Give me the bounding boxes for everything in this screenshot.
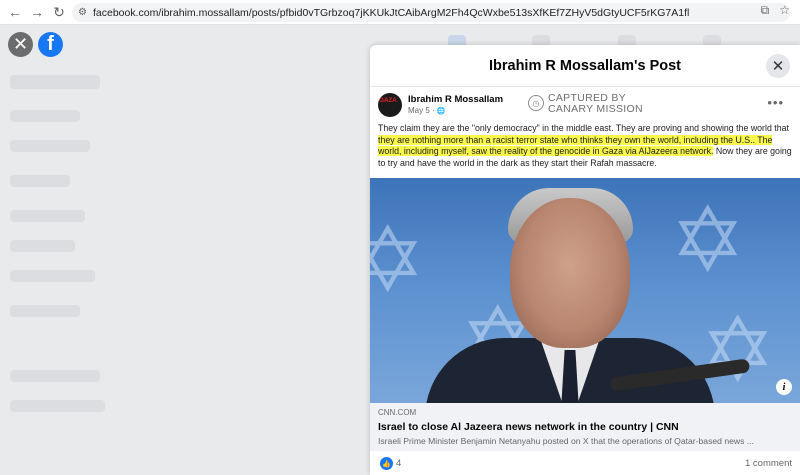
forward-icon[interactable]: → <box>26 1 48 23</box>
install-app-icon[interactable]: ⧉ <box>761 3 770 18</box>
like-reaction-icon[interactable]: 👍 <box>380 457 393 470</box>
like-count[interactable]: 4 <box>396 458 401 469</box>
browser-toolbar: ← → ↻ ⚙ facebook.com/ibrahim.mossallam/p… <box>0 0 800 25</box>
reactions-bar: 👍 4 1 comment <box>378 457 792 473</box>
comment-count[interactable]: 1 comment <box>745 458 792 469</box>
canary-mission-watermark-icon: ◷ <box>528 95 544 111</box>
link-domain: CNN.COM <box>378 408 417 417</box>
link-title: Israel to close Al Jazeera news network … <box>378 421 679 433</box>
post-body: They claim they are the "only democracy"… <box>378 123 792 170</box>
post-date[interactable]: May 5 · 🌐 <box>408 106 446 115</box>
post-text-part-1: They claim they are the "only democracy"… <box>378 123 789 133</box>
avatar-text: GAZA <box>379 97 397 104</box>
watermark-line-2: CANARY MISSION <box>548 103 643 115</box>
address-bar[interactable]: ⚙ facebook.com/ibrahim.mossallam/posts/p… <box>72 3 790 22</box>
post-date-text: May 5 <box>408 106 430 115</box>
link-preview-card[interactable]: CNN.COM Israel to close Al Jazeera news … <box>370 403 800 451</box>
facebook-logo-icon[interactable]: f <box>38 32 63 57</box>
post-dialog: Ibrahim R Mossallam's Post ✕ GAZA Ibrahi… <box>370 45 800 475</box>
url-text: facebook.com/ibrahim.mossallam/posts/pfb… <box>92 6 690 19</box>
link-preview-image[interactable]: ✡ ✡ ✡ ✡ i <box>370 178 800 403</box>
author-name[interactable]: Ibrahim R Mossallam <box>408 94 503 105</box>
close-viewer-button[interactable]: ✕ <box>8 32 33 57</box>
reload-icon[interactable]: ↻ <box>48 1 70 23</box>
avatar[interactable]: GAZA <box>378 93 402 117</box>
info-icon[interactable]: i <box>776 379 792 395</box>
bookmark-star-icon[interactable]: ☆ <box>779 3 790 18</box>
back-icon[interactable]: ← <box>4 1 26 23</box>
canary-mission-watermark: CAPTURED BY CANARY MISSION <box>548 93 643 115</box>
globe-icon: 🌐 <box>436 108 446 115</box>
dialog-title: Ibrahim R Mossallam's Post <box>488 57 681 74</box>
more-options-icon[interactable]: ••• <box>767 95 784 110</box>
site-settings-icon[interactable]: ⚙ <box>78 7 87 18</box>
post-header: GAZA Ibrahim R Mossallam May 5 · 🌐 ◷ CAP… <box>378 93 792 119</box>
dialog-header: Ibrahim R Mossallam's Post ✕ <box>370 45 800 87</box>
link-description: Israeli Prime Minister Benjamin Netanyah… <box>378 436 754 446</box>
close-dialog-button[interactable]: ✕ <box>766 54 790 78</box>
